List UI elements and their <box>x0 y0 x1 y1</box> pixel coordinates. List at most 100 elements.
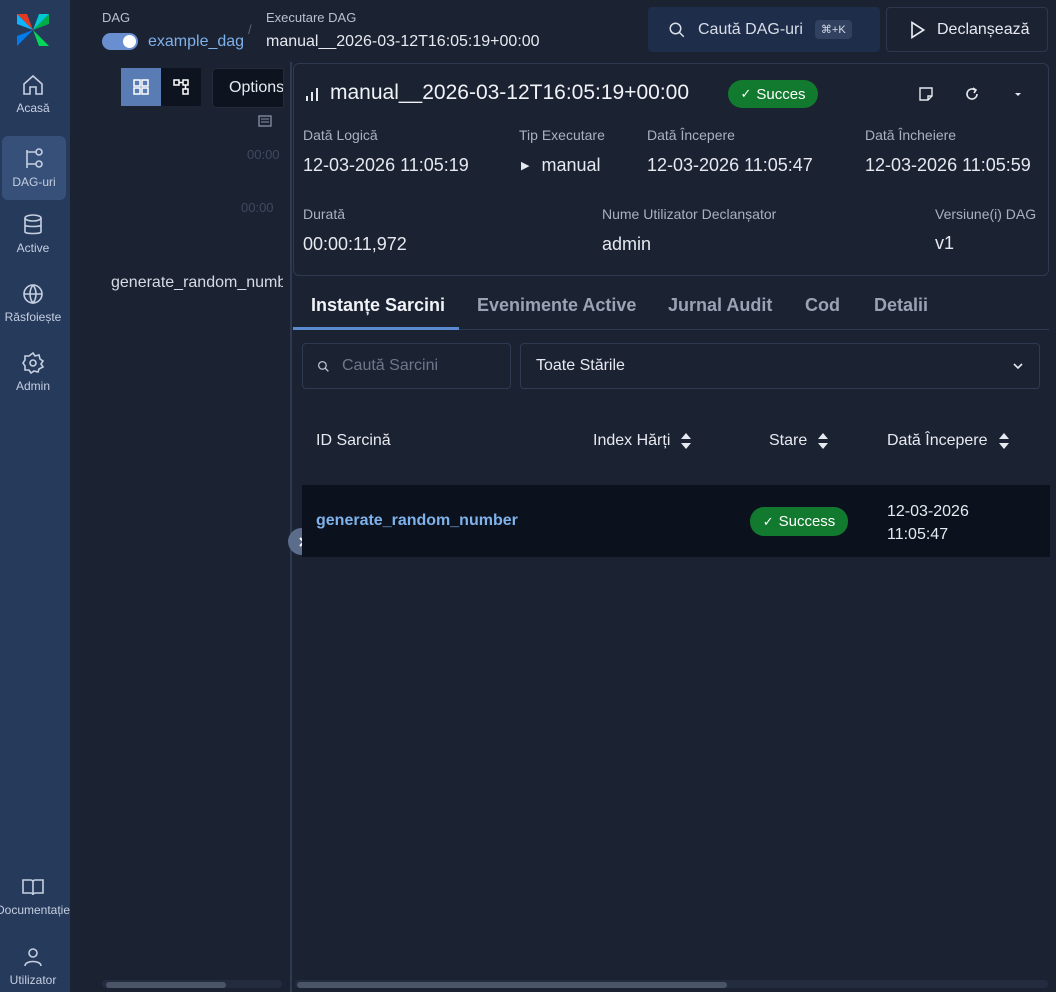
grid-icon <box>133 79 149 95</box>
task-id-link[interactable]: generate_random_number <box>316 512 518 530</box>
tab-details[interactable]: Detalii <box>874 295 928 316</box>
check-icon: ✓ <box>762 513 774 529</box>
chevron-down-icon <box>1013 363 1023 370</box>
breadcrumb-run-name: manual__2026-03-12T16:05:19+00:00 <box>266 33 540 50</box>
dag-version-label: Versiune(i) DAG <box>935 206 1037 222</box>
breadcrumb-separator: / <box>248 22 252 37</box>
start-date-label: Dată Începere <box>647 127 735 143</box>
status-badge: ✓ Succes <box>728 80 818 108</box>
end-date-value: 12-03-2026 11:05:59 <box>865 155 1031 175</box>
status-badge-label: Succes <box>756 85 806 103</box>
column-header-map-index[interactable]: Index Hărți <box>593 432 692 450</box>
sidebar-item-label: Acasă <box>16 101 50 115</box>
logical-date-value: 12-03-2026 11:05:19 <box>303 155 469 175</box>
sidebar-item-label: Utilizator <box>9 973 57 987</box>
triggered-by-label: Nume Utilizator Declanșator <box>602 206 777 222</box>
search-tasks-placeholder: Caută Sarcini <box>342 357 439 374</box>
grid-task-name[interactable]: generate_random_number <box>111 274 283 292</box>
sort-icon <box>998 433 1009 449</box>
duration-tick-label: 00:00 <box>247 147 280 162</box>
grid-view-button[interactable] <box>121 68 161 106</box>
refresh-button[interactable] <box>960 82 984 106</box>
sidebar-item-assets[interactable]: Active <box>0 202 66 266</box>
start-date-value: 12-03-2026 11:05:47 <box>647 155 813 175</box>
sidebar-item-label: Documentație <box>0 903 71 917</box>
note-button[interactable] <box>914 82 938 106</box>
sidebar-item-home[interactable]: Acasă <box>0 62 66 126</box>
search-icon <box>669 22 685 37</box>
dag-pause-toggle[interactable] <box>102 33 138 50</box>
bar-chart-icon <box>305 86 319 105</box>
sidebar-item-browse[interactable]: Răsfoiește <box>0 271 66 335</box>
task-start-date-day: 12-03-2026 <box>887 503 969 520</box>
sidebar-item-label: Admin <box>15 379 50 393</box>
tab-audit-log[interactable]: Jurnal Audit <box>668 295 772 316</box>
dag-icon <box>26 148 43 168</box>
breadcrumb-dag-link[interactable]: example_dag <box>148 33 244 51</box>
task-start-date: 12-03-2026 11:05:47 <box>887 500 969 546</box>
run-type-text: manual <box>541 155 601 175</box>
state-filter-value: Toate Stările <box>536 357 625 374</box>
main-panel-scroll-thumb[interactable] <box>297 982 727 988</box>
search-shortcut-badge: ⌘+K <box>814 20 852 39</box>
tab-code[interactable]: Cod <box>805 295 840 316</box>
active-tab-indicator <box>293 327 459 330</box>
column-header-label: Dată Începere <box>887 432 988 449</box>
sidebar-item-user[interactable]: Utilizator <box>0 934 66 992</box>
column-header-task-id[interactable]: ID Sarcină <box>316 432 391 450</box>
tab-asset-events[interactable]: Evenimente Active <box>477 295 636 316</box>
triggered-by-link[interactable]: admin <box>602 234 651 255</box>
run-type-label: Tip Executare <box>519 127 605 143</box>
state-filter-select[interactable]: Toate Stările <box>520 343 1040 389</box>
panel-divider[interactable] <box>290 62 292 992</box>
column-header-label: Index Hărți <box>593 432 671 449</box>
sidebar-item-docs[interactable]: Documentație <box>0 864 70 928</box>
duration-value: 00:00:11,972 <box>303 234 407 254</box>
sidebar-nav: Acasă DAG-uri Active Răsfoiește Admin Do… <box>0 0 70 992</box>
sidebar-item-dags[interactable]: DAG-uri <box>2 136 66 200</box>
trigger-dag-button[interactable]: Declanșează <box>886 7 1048 52</box>
search-dags-button[interactable]: Caută DAG-uri ⌘+K <box>648 7 880 52</box>
manual-run-icon: ▶ <box>521 160 530 172</box>
left-panel-scroll-thumb[interactable] <box>106 982 226 988</box>
column-header-state[interactable]: Stare <box>769 432 829 450</box>
run-title: manual__2026-03-12T16:05:19+00:00 <box>330 81 690 104</box>
sidebar-item-label: Răsfoiește <box>4 310 62 324</box>
play-icon <box>911 20 926 39</box>
sidebar-item-label: DAG-uri <box>12 175 56 189</box>
duration-label: Durată <box>303 206 346 222</box>
user-icon <box>24 948 42 967</box>
panel-toggle-icon[interactable] <box>258 114 272 130</box>
sort-icon <box>818 433 829 449</box>
tab-task-instances[interactable]: Instanțe Sarcini <box>311 295 445 316</box>
refresh-icon <box>966 87 978 100</box>
search-dags-label: Caută DAG-uri <box>698 20 803 38</box>
column-header-label: Stare <box>769 432 808 449</box>
book-icon <box>22 879 44 896</box>
note-icon <box>919 87 933 101</box>
chevron-down-icon <box>1015 93 1021 96</box>
column-header-start-date[interactable]: Dată Începere <box>887 432 1010 450</box>
breadcrumb-run-label: Executare DAG <box>266 10 357 25</box>
options-button[interactable]: Options <box>212 68 284 108</box>
globe-icon <box>23 284 43 305</box>
breadcrumb-dag-label: DAG <box>102 10 131 25</box>
dag-version-value: v1 <box>935 233 955 253</box>
more-actions-button[interactable] <box>1006 82 1030 106</box>
airflow-logo-icon[interactable] <box>13 10 53 50</box>
sidebar-item-label: Active <box>16 241 50 255</box>
end-date-label: Dată Încheiere <box>865 127 957 143</box>
trigger-dag-label: Declanșează <box>937 20 1030 38</box>
search-icon <box>317 360 329 372</box>
graph-view-button[interactable] <box>161 68 201 106</box>
check-icon: ✓ <box>740 86 752 101</box>
gear-icon <box>22 351 45 375</box>
sidebar-item-admin[interactable]: Admin <box>0 340 66 404</box>
status-badge: ✓ Success <box>750 507 848 536</box>
run-type-value: ▶ manual <box>521 155 601 176</box>
home-icon <box>23 74 43 95</box>
task-start-date-time: 11:05:47 <box>887 526 949 543</box>
database-icon <box>24 214 42 235</box>
logical-date-label: Dată Logică <box>303 127 378 143</box>
search-tasks-input[interactable]: Caută Sarcini <box>302 343 511 389</box>
